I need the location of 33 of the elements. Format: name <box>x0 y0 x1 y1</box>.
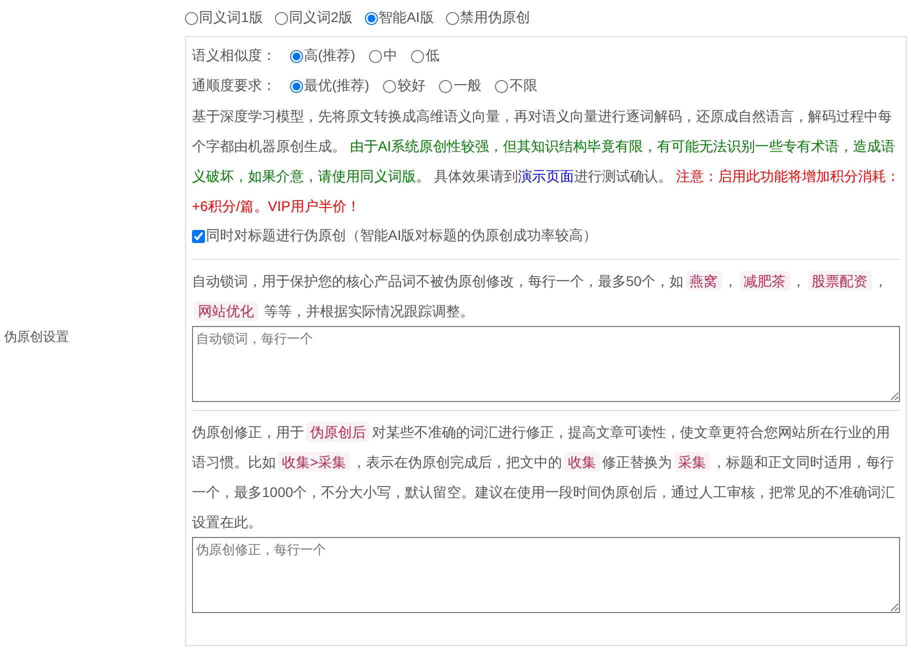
option-label[interactable]: 不限 <box>509 77 538 95</box>
radio-button[interactable] <box>411 50 424 62</box>
radio-button[interactable] <box>383 80 396 92</box>
similarity-label: 语义相似度： <box>192 47 276 65</box>
lock-words-description: 自动锁词，用于保护您的核心产品词不被伪原创修改，每行一个，最多50个，如 燕窝 ， 减肥茶 ， 股票配资 ， 网站优化 等等，并根据实际情况跟踪调整。 <box>192 270 889 323</box>
radio-button[interactable] <box>364 12 378 24</box>
settings-label: 伪原创设置 <box>4 328 69 346</box>
mode-label[interactable]: 智能AI版 <box>378 9 434 27</box>
demo-page-link[interactable]: 演示页面 <box>518 168 574 184</box>
option-label[interactable]: 中 <box>383 47 398 65</box>
radio-button[interactable] <box>290 50 303 62</box>
checkbox[interactable] <box>192 230 205 242</box>
option-label[interactable]: 较好 <box>397 77 426 95</box>
lock-words-field[interactable]: 自动锁词，每行一个 <box>192 326 900 402</box>
option-label[interactable]: 最优(推荐) <box>304 77 370 95</box>
radio-button[interactable] <box>495 80 508 92</box>
fluency-label: 通顺度要求： <box>192 77 276 95</box>
radio-button[interactable] <box>185 12 198 24</box>
option-label[interactable]: 低 <box>425 47 440 65</box>
radio-button[interactable] <box>439 80 452 92</box>
option-label[interactable]: 高(推荐) <box>304 47 356 65</box>
radio-button[interactable] <box>290 80 303 92</box>
ai-description: 基于深度学习模型，先将原文转换成高维语义向量，再对语义向量进行逐词解码，还原成自然语言，解码过程中每个字都由机器原创生成。 由于AI系统原创性较强，但其知识结构毕竟有限，有可能无法识别一些专有术语，造成语义破坏，如果介意，请使用同义词版。 具体效果请到演示页面进行测试确认。 注意：启用此功能将增加积分消耗：+6积分/篇。VIP用户半价！ <box>192 107 900 216</box>
radio-button[interactable] <box>274 12 288 24</box>
radio-button[interactable] <box>446 12 459 24</box>
correction-description: 伪原创修正，用于 伪原创后 对某些不准确的词汇进行修正，提高文章可读性，使文章更符合您网站所在行业的用语习惯。比如 收集>采集 ，表示在伪原创完成后，把文中的 收集 修正替换为 采集 ，标题和正文同时适用，每行一个，最多1000个，不分大小写，默认留空。建议在使用一段时间伪原创后，通过人工审核，把常见的不准确词汇设置在此。 <box>192 421 896 532</box>
mode-label[interactable]: 同义词1版 <box>199 9 263 27</box>
correction-field[interactable]: 伪原创修正，每行一个 <box>192 537 900 613</box>
checkbox-label[interactable]: 同时对标题进行伪原创（智能AI版对标题的伪原创成功率较高） <box>206 227 598 245</box>
mode-label[interactable]: 同义词2版 <box>288 9 353 27</box>
option-label[interactable]: 一般 <box>453 77 482 95</box>
mode-label[interactable]: 禁用伪原创 <box>460 9 530 27</box>
radio-button[interactable] <box>369 50 382 62</box>
